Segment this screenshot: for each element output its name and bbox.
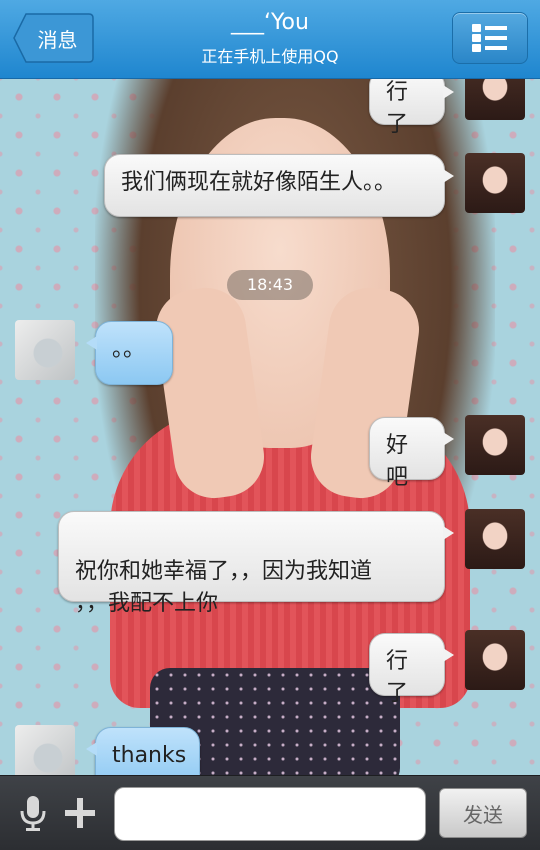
message-text: 祝你和她幸福了，，因为我知道 ，，我配不上你 [75, 559, 373, 616]
message-bubble[interactable]: 。。 [86, 321, 173, 385]
message-text: 。。 [112, 337, 146, 362]
my-avatar[interactable] [465, 630, 525, 690]
send-label: 发送 [463, 802, 503, 827]
message-text: thanks [112, 743, 187, 768]
contact-name: ___‘You [231, 10, 309, 35]
input-bar: 发送 [0, 775, 540, 850]
my-avatar[interactable] [465, 78, 525, 120]
message-text: 好吧 [386, 433, 409, 490]
more-button[interactable] [60, 792, 100, 834]
back-button[interactable]: 消息 [12, 12, 95, 64]
contact-status: 正在手机上使用QQ [201, 47, 339, 66]
send-button[interactable]: 发送 [439, 788, 527, 838]
message-timestamp: 18:43 [227, 270, 313, 300]
message-text: 行了 [386, 649, 409, 706]
message-bubble[interactable]: 祝你和她幸福了，，因为我知道 ，，我配不上你 [58, 511, 454, 616]
voice-button[interactable] [14, 792, 52, 834]
list-menu-icon [472, 24, 507, 52]
contact-avatar[interactable] [15, 320, 75, 380]
back-label: 消息 [37, 27, 78, 52]
my-avatar[interactable] [465, 415, 525, 475]
message-bubble[interactable]: 行了 [369, 633, 454, 706]
my-avatar[interactable] [465, 153, 525, 213]
message-text: 行了 [386, 80, 409, 137]
microphone-icon [20, 796, 46, 831]
message-bubble[interactable]: 行了 [369, 78, 454, 137]
my-avatar[interactable] [465, 509, 525, 569]
message-text: 我们俩现在就好像陌生人。。 [121, 170, 397, 195]
message-bubble[interactable]: thanks [86, 727, 200, 775]
message-input[interactable] [114, 787, 426, 841]
message-bubble[interactable]: 我们俩现在就好像陌生人。。 [104, 154, 454, 217]
contact-avatar[interactable] [15, 725, 75, 775]
list-menu-button[interactable] [452, 12, 528, 64]
message-bubble[interactable]: 好吧 [369, 417, 454, 490]
title-bar: 消息 ___‘You 正在手机上使用QQ [0, 0, 540, 79]
plus-icon [65, 798, 95, 828]
message-list[interactable]: 行了 我们俩现在就好像陌生人。。 18:43 。。 好吧 祝你和她幸福了，，因为… [0, 78, 540, 775]
